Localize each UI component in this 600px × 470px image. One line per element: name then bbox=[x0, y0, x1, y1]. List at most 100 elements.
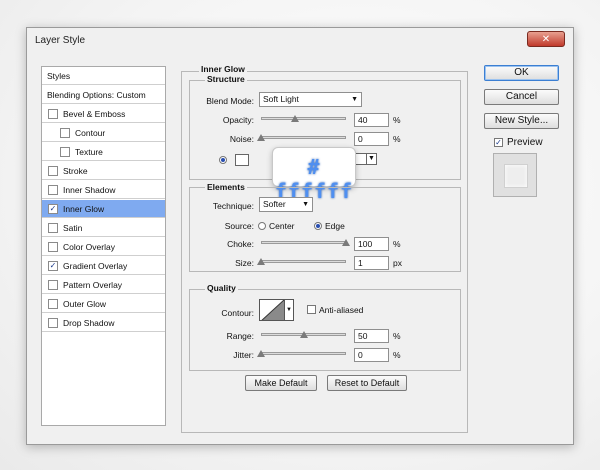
structure-title: Structure bbox=[205, 74, 247, 84]
size-input[interactable]: 1 bbox=[354, 256, 389, 270]
style-checkbox[interactable] bbox=[48, 279, 58, 290]
ok-button[interactable]: OK bbox=[484, 65, 559, 81]
styles-list-item-label: Stroke bbox=[63, 166, 88, 176]
choke-label: Choke: bbox=[227, 239, 254, 249]
jitter-label: Jitter: bbox=[233, 350, 254, 360]
cancel-button[interactable]: Cancel bbox=[484, 89, 559, 105]
style-checkbox[interactable]: ✓ bbox=[48, 203, 58, 214]
opacity-slider-thumb[interactable] bbox=[291, 115, 299, 122]
styles-list-item-label: Contour bbox=[75, 128, 106, 138]
styles-list-item-label: Satin bbox=[63, 223, 83, 233]
opacity-label: Opacity: bbox=[222, 115, 254, 125]
elements-title: Elements bbox=[205, 182, 247, 192]
chevron-down-icon: ▼ bbox=[302, 201, 309, 208]
styles-list-item[interactable]: Styles bbox=[42, 67, 165, 85]
blend-mode-value: Soft Light bbox=[263, 94, 299, 104]
opacity-unit: % bbox=[393, 115, 401, 125]
styles-list-item[interactable]: ✓ Gradient Overlay bbox=[42, 257, 165, 275]
jitter-unit: % bbox=[393, 350, 401, 360]
preview-label: Preview bbox=[507, 137, 543, 148]
range-input[interactable]: 50 bbox=[354, 329, 389, 343]
blend-mode-label: Blend Mode: bbox=[206, 96, 254, 106]
source-center-label: Center bbox=[269, 221, 295, 231]
jitter-slider-thumb[interactable] bbox=[257, 350, 265, 357]
choke-unit: % bbox=[393, 239, 401, 249]
opacity-input[interactable]: 40 bbox=[354, 113, 389, 127]
glow-color-swatch[interactable] bbox=[235, 154, 249, 166]
styles-list-item-label: Blending Options: Custom bbox=[47, 90, 146, 100]
technique-select[interactable]: Softer ▼ bbox=[259, 197, 313, 212]
gradient-dropdown[interactable]: ▼ bbox=[366, 153, 377, 165]
styles-list-item-label: Drop Shadow bbox=[63, 318, 115, 328]
styles-list-item[interactable]: Blending Options: Custom bbox=[42, 86, 165, 104]
jitter-input[interactable]: 0 bbox=[354, 348, 389, 362]
style-checkbox[interactable] bbox=[48, 165, 58, 176]
size-slider[interactable] bbox=[261, 260, 346, 263]
styles-list-item-label: Gradient Overlay bbox=[63, 261, 128, 271]
make-default-button[interactable]: Make Default bbox=[245, 375, 317, 391]
source-edge-label: Edge bbox=[325, 221, 345, 231]
noise-slider[interactable] bbox=[261, 136, 346, 139]
noise-input[interactable]: 0 bbox=[354, 132, 389, 146]
styles-list: Styles Blending Options: Custom Bevel & Em… bbox=[41, 66, 166, 426]
contour-label: Contour: bbox=[221, 308, 254, 318]
styles-list-item[interactable]: Bevel & Emboss bbox=[42, 105, 165, 123]
choke-slider[interactable] bbox=[261, 241, 346, 244]
range-label: Range: bbox=[226, 331, 254, 341]
style-checkbox[interactable] bbox=[60, 146, 70, 157]
blend-mode-select[interactable]: Soft Light ▼ bbox=[259, 92, 362, 107]
quality-title: Quality bbox=[205, 283, 238, 293]
hex-color-callout: # ffffff bbox=[272, 147, 356, 203]
noise-unit: % bbox=[393, 134, 401, 144]
technique-value: Softer bbox=[263, 199, 286, 209]
styles-list-item-label: Pattern Overlay bbox=[63, 280, 123, 290]
styles-list-item[interactable]: Inner Shadow bbox=[42, 181, 165, 199]
style-preview-swatch bbox=[504, 164, 528, 188]
style-checkbox[interactable] bbox=[48, 317, 58, 328]
size-slider-thumb[interactable] bbox=[257, 258, 266, 265]
source-label: Source: bbox=[224, 221, 254, 231]
styles-list-item[interactable]: Color Overlay bbox=[42, 238, 165, 256]
chevron-down-icon: ▼ bbox=[351, 96, 358, 103]
styles-list-item[interactable]: ✓ Inner Glow bbox=[42, 200, 165, 218]
contour-curve-icon bbox=[261, 300, 284, 320]
choke-input[interactable]: 100 bbox=[354, 237, 389, 251]
style-checkbox[interactable] bbox=[48, 222, 58, 233]
dialog-title: Layer Style bbox=[35, 35, 86, 46]
style-checkbox[interactable] bbox=[48, 241, 58, 252]
style-checkbox[interactable] bbox=[48, 108, 58, 119]
noise-slider-thumb[interactable] bbox=[257, 134, 265, 141]
styles-list-item[interactable]: Outer Glow bbox=[42, 295, 165, 313]
style-checkbox[interactable] bbox=[48, 298, 58, 309]
styles-list-item[interactable]: Texture bbox=[42, 143, 165, 161]
styles-list-item[interactable]: Contour bbox=[42, 124, 165, 142]
style-checkbox[interactable] bbox=[48, 184, 58, 195]
styles-list-item-label: Styles bbox=[47, 71, 71, 81]
styles-list-item[interactable]: Drop Shadow bbox=[42, 314, 165, 332]
size-unit: px bbox=[393, 258, 402, 268]
styles-list-item[interactable]: Pattern Overlay bbox=[42, 276, 165, 294]
styles-list-item-label: Inner Shadow bbox=[63, 185, 116, 195]
close-icon[interactable]: ✕ bbox=[527, 31, 565, 47]
style-checkbox[interactable]: ✓ bbox=[48, 260, 58, 271]
reset-to-default-button[interactable]: Reset to Default bbox=[327, 375, 407, 391]
styles-list-item[interactable]: Stroke bbox=[42, 162, 165, 180]
jitter-slider[interactable] bbox=[261, 352, 346, 355]
styles-list-item[interactable]: Satin bbox=[42, 219, 165, 237]
range-slider-thumb[interactable] bbox=[299, 331, 308, 338]
source-edge-radio[interactable] bbox=[314, 222, 322, 230]
anti-aliased-checkbox[interactable] bbox=[307, 305, 316, 314]
size-label: Size: bbox=[235, 258, 254, 268]
title-bar: Layer Style ✕ bbox=[27, 28, 573, 54]
noise-label: Noise: bbox=[229, 134, 254, 144]
contour-preview[interactable] bbox=[259, 299, 285, 321]
opacity-slider[interactable] bbox=[261, 117, 346, 120]
preview-checkbox[interactable]: ✓ bbox=[494, 138, 503, 147]
choke-slider-thumb[interactable] bbox=[342, 239, 350, 246]
new-style-button[interactable]: New Style... bbox=[484, 113, 559, 129]
style-checkbox[interactable] bbox=[60, 127, 70, 138]
contour-dropdown[interactable]: ▼ bbox=[285, 299, 294, 321]
source-center-radio[interactable] bbox=[258, 222, 266, 230]
solid-color-radio[interactable] bbox=[219, 156, 227, 164]
anti-aliased-label: Anti-aliased bbox=[319, 305, 364, 315]
